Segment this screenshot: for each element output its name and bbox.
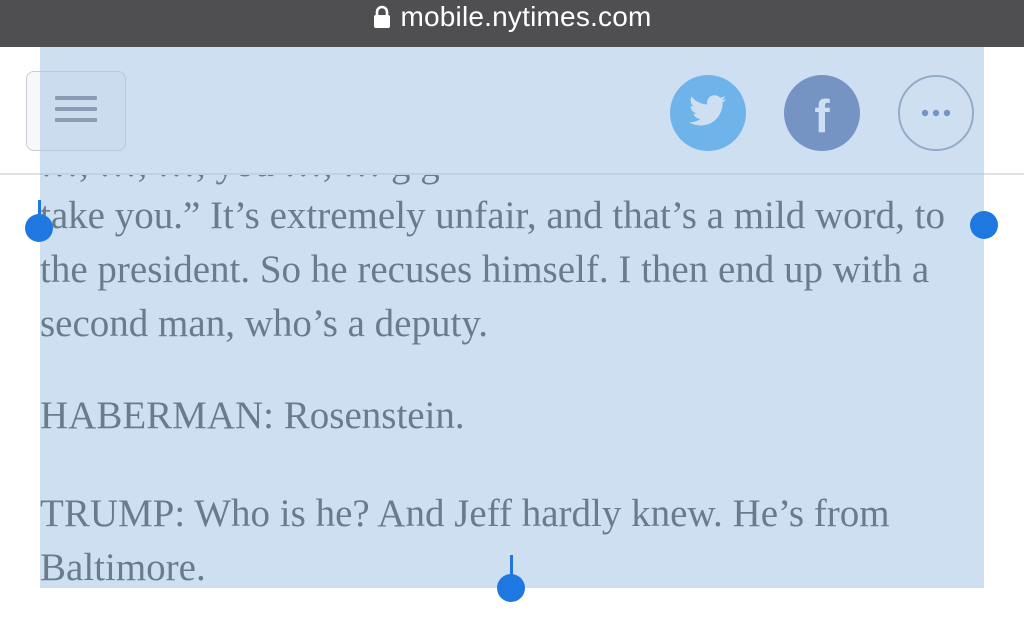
article-body: …, …, …, you …, … g g take you.” It’s ex… (40, 175, 1000, 635)
url-text[interactable]: mobile.nytimes.com (400, 1, 651, 33)
ellipsis-icon (921, 104, 951, 122)
selection-handle-bottom[interactable] (497, 574, 525, 602)
menu-button[interactable] (26, 71, 126, 151)
selection-handle-start[interactable] (25, 214, 53, 242)
lock-icon (372, 5, 392, 29)
facebook-share-button[interactable]: f (784, 75, 860, 151)
hamburger-icon (55, 95, 97, 127)
twitter-bird-icon (689, 94, 727, 132)
browser-url-bar[interactable]: mobile.nytimes.com (0, 0, 1024, 47)
more-share-button[interactable] (898, 75, 974, 151)
article-paragraph: take you.” It’s extremely unfair, and th… (40, 194, 945, 345)
twitter-share-button[interactable] (670, 75, 746, 151)
article-toolbar: f (0, 47, 1024, 175)
article-paragraph: HABERMAN: Rosenstein. (40, 394, 465, 437)
selection-handle-end[interactable] (970, 211, 998, 239)
facebook-f-icon: f (814, 90, 830, 142)
